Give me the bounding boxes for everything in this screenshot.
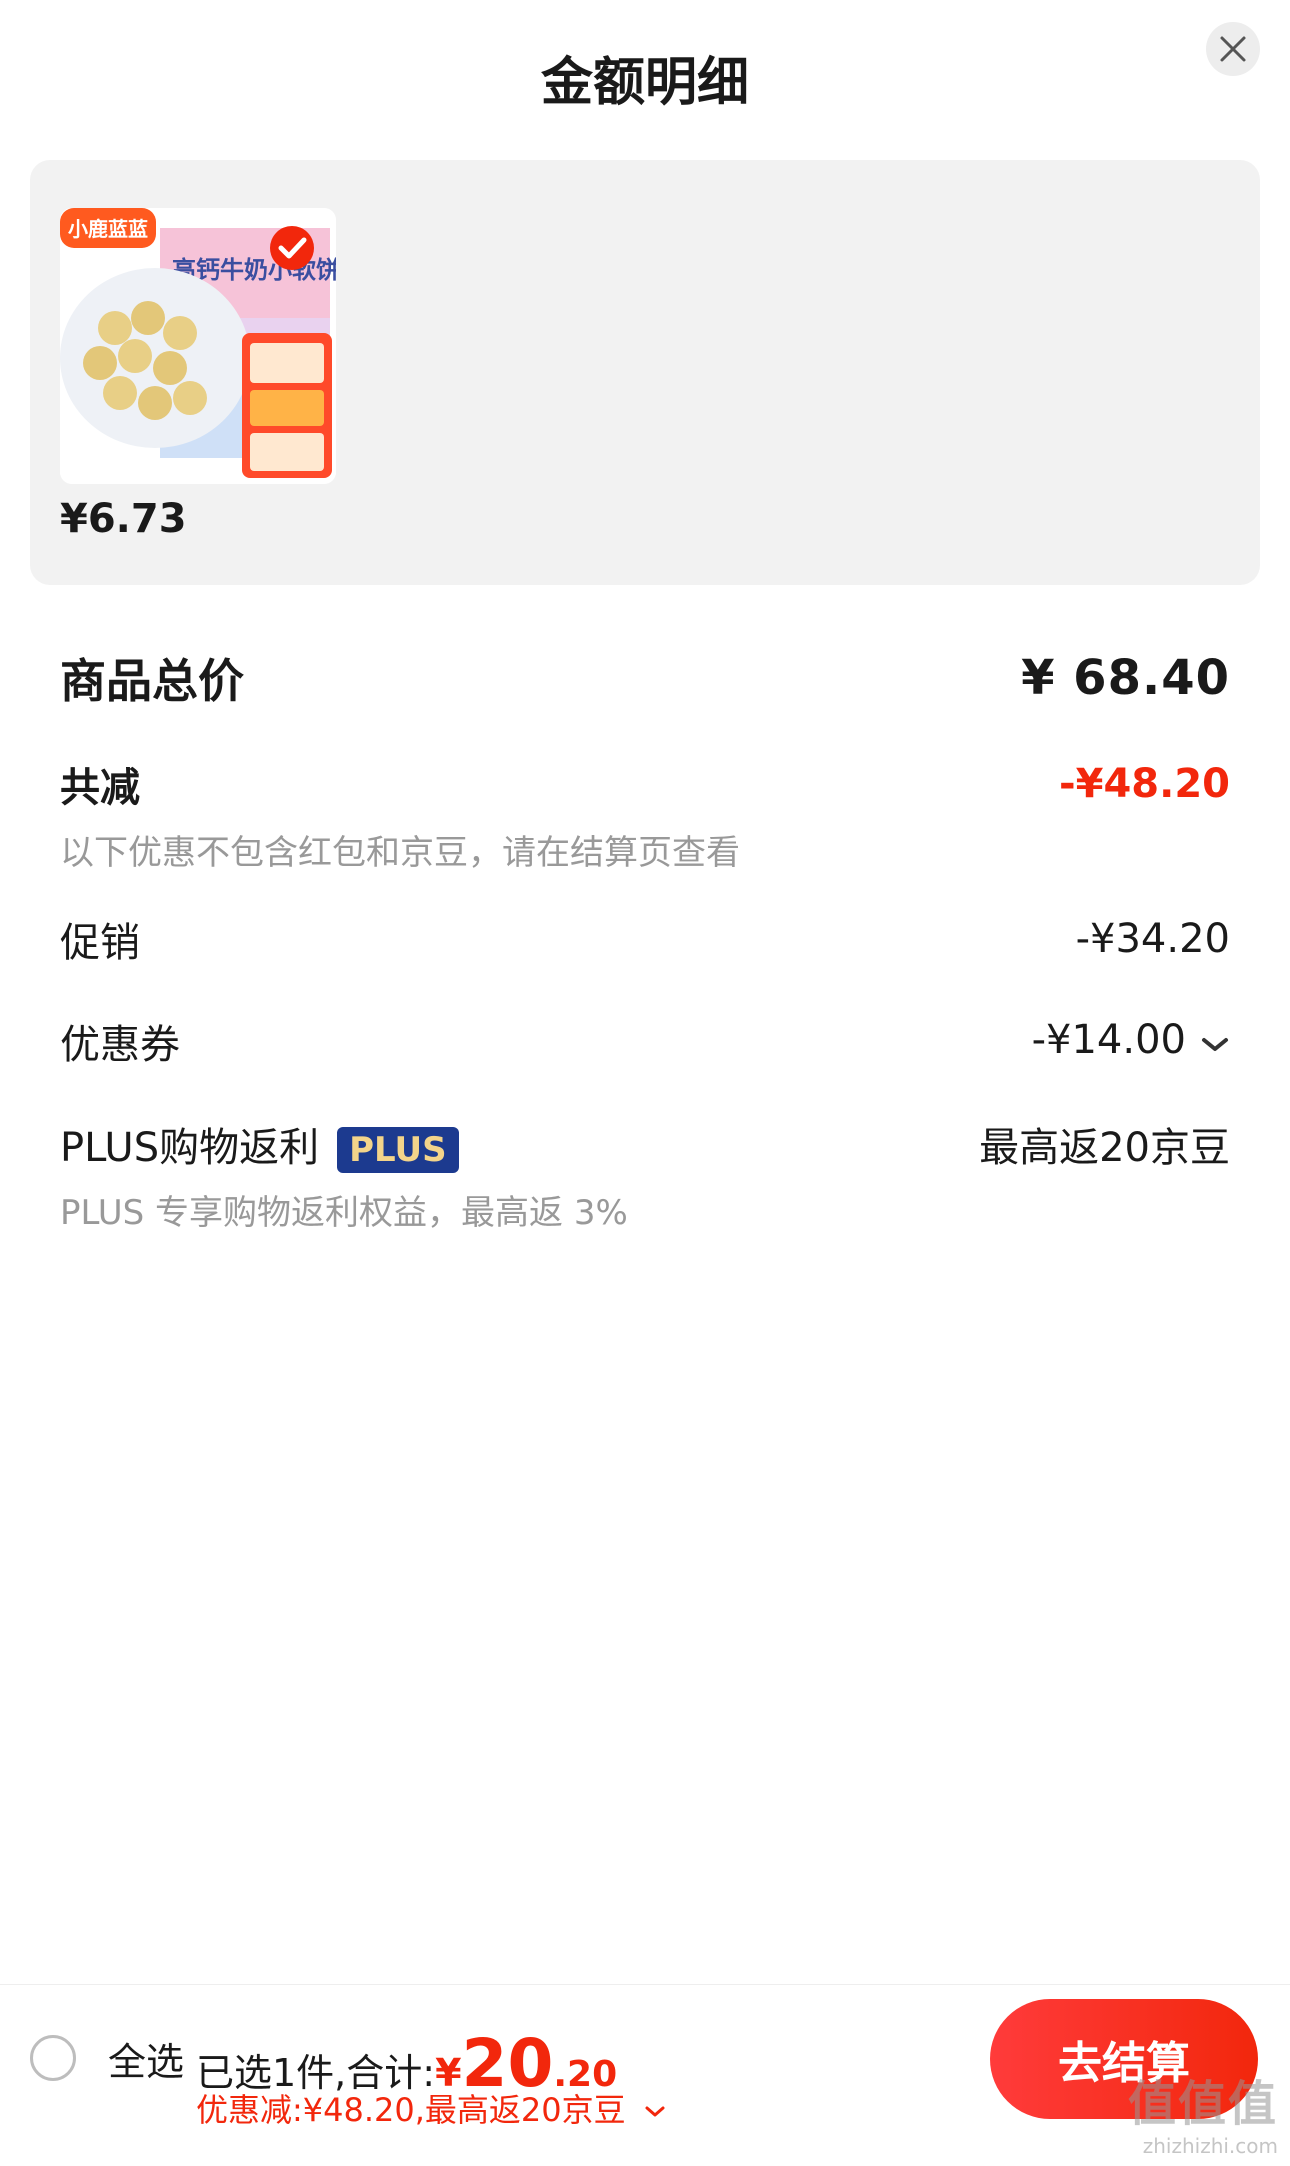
product-image[interactable]: 高钙牛奶小软饼 小鹿蓝蓝 (60, 208, 336, 484)
reduction-note: 以下优惠不包含红包和京豆，请在结算页查看 (60, 833, 740, 873)
discount-text: 优惠减:¥48.20,最高返20京豆 (196, 2091, 626, 2129)
promotion-row: 促销 -¥34.20 (60, 910, 1230, 968)
page-title: 金额明细 (540, 53, 749, 113)
product-panel: 高钙牛奶小软饼 小鹿蓝蓝 ¥6.73 (30, 160, 1260, 585)
coupon-value-group[interactable]: -¥14.00 (1032, 1017, 1230, 1065)
watermark: 值值值 zhizhizhi.com (1128, 2064, 1278, 2158)
plus-rebate-row: PLUS购物返利 PLUS 最高返20京豆 (60, 1115, 1230, 1173)
watermark-url: zhizhizhi.com (1142, 2134, 1278, 2158)
chevron-down-icon[interactable] (644, 2105, 666, 2119)
discount-detail[interactable]: 优惠减:¥48.20,最高返20京豆 (196, 2085, 666, 2131)
total-price-value: ¥ 68.40 (1021, 650, 1230, 706)
coupon-value: -¥14.00 (1031, 1017, 1186, 1063)
coupon-row[interactable]: 优惠券 -¥14.00 (60, 1012, 1230, 1070)
checkout-bar: 全选 已选1件,合计:¥20.20 优惠减:¥48.20,最高返20京豆 去结算… (0, 1984, 1290, 2166)
amount-detail-sheet: 金额明细 高钙牛奶小软饼 小鹿蓝蓝 ¥6.73 商品总价 ¥ 68.40 共减 … (0, 0, 1290, 2166)
coupon-label: 优惠券 (60, 1022, 180, 1068)
plus-rebate-note: PLUS 专享购物返利权益，最高返 3% (60, 1193, 628, 1233)
plus-rebate-label-group: PLUS购物返利 PLUS (60, 1115, 459, 1173)
promotion-label: 促销 (60, 920, 140, 966)
select-all-checkbox[interactable] (30, 2035, 76, 2081)
select-all-label[interactable]: 全选 (108, 2031, 184, 2086)
brand-badge-text: 小鹿蓝蓝 (68, 217, 148, 241)
chevron-down-icon[interactable] (1200, 1019, 1230, 1065)
total-reduction-label: 共减 (60, 765, 140, 811)
plus-rebate-value: 最高返20京豆 (979, 1125, 1230, 1171)
plus-badge: PLUS (337, 1127, 459, 1173)
total-price-label: 商品总价 (60, 654, 244, 708)
close-icon (1220, 36, 1246, 62)
close-button[interactable] (1206, 22, 1260, 76)
promotion-value: -¥34.20 (1075, 916, 1230, 962)
total-reduction-value: -¥48.20 (1059, 761, 1230, 807)
plus-rebate-label: PLUS购物返利 (60, 1125, 320, 1171)
watermark-logo: 值值值 (1127, 2076, 1278, 2132)
total-price-row: 商品总价 ¥ 68.40 (60, 645, 1230, 711)
total-reduction-row: 共减 -¥48.20 (60, 755, 1230, 813)
product-price: ¥6.73 (60, 496, 187, 542)
